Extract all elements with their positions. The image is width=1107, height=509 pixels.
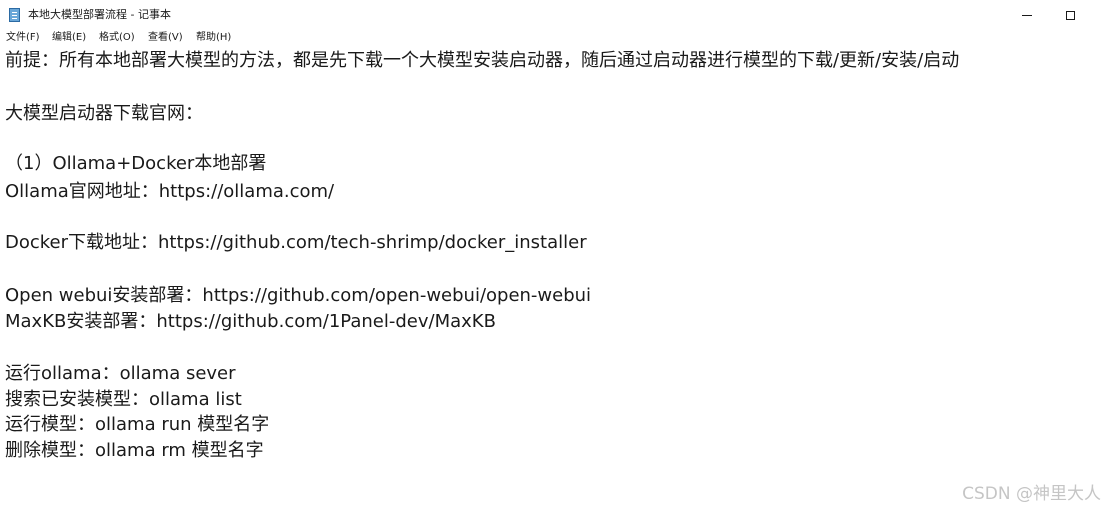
watermark: CSDN @神里大人: [962, 484, 1101, 504]
text-line: 删除模型：ollama rm 模型名字: [5, 440, 264, 461]
menu-edit[interactable]: 编辑(E): [50, 31, 88, 45]
title-bar: 本地大模型部署流程 - 记事本: [0, 0, 1107, 30]
text-editor[interactable]: 前提：所有本地部署大模型的方法，都是先下载一个大模型安装启动器，随后通过启动器进…: [0, 47, 1107, 509]
text-line: 运行模型：ollama run 模型名字: [5, 414, 270, 435]
text-line: Open webui安装部署：https://github.com/open-w…: [5, 285, 592, 306]
text-line: 大模型启动器下载官网：: [5, 103, 203, 124]
text-line: 前提：所有本地部署大模型的方法，都是先下载一个大模型安装启动器，随后通过启动器进…: [5, 50, 960, 71]
maximize-button[interactable]: [1047, 0, 1093, 30]
text-line: Docker下载地址：https://github.com/tech-shrim…: [5, 232, 587, 253]
window-title: 本地大模型部署流程 - 记事本: [28, 8, 171, 21]
maximize-icon: [1065, 10, 1075, 20]
menu-format[interactable]: 格式(O): [97, 31, 137, 45]
minimize-button[interactable]: [1004, 0, 1050, 30]
text-line: MaxKB安装部署：https://github.com/1Panel-dev/…: [5, 311, 496, 332]
minimize-icon: [1022, 14, 1032, 16]
text-line: 运行ollama：ollama sever: [5, 363, 236, 384]
menu-file[interactable]: 文件(F): [4, 31, 42, 45]
menu-bar: 文件(F) 编辑(E) 格式(O) 查看(V) 帮助(H): [0, 30, 1107, 47]
menu-view[interactable]: 查看(V): [146, 31, 185, 45]
text-line: （1）Ollama+Docker本地部署: [5, 153, 267, 174]
menu-help[interactable]: 帮助(H): [194, 31, 233, 45]
notepad-icon: [9, 8, 20, 22]
text-line: Ollama官网地址：https://ollama.com/: [5, 181, 335, 202]
text-line: 搜索已安装模型：ollama list: [5, 389, 242, 410]
